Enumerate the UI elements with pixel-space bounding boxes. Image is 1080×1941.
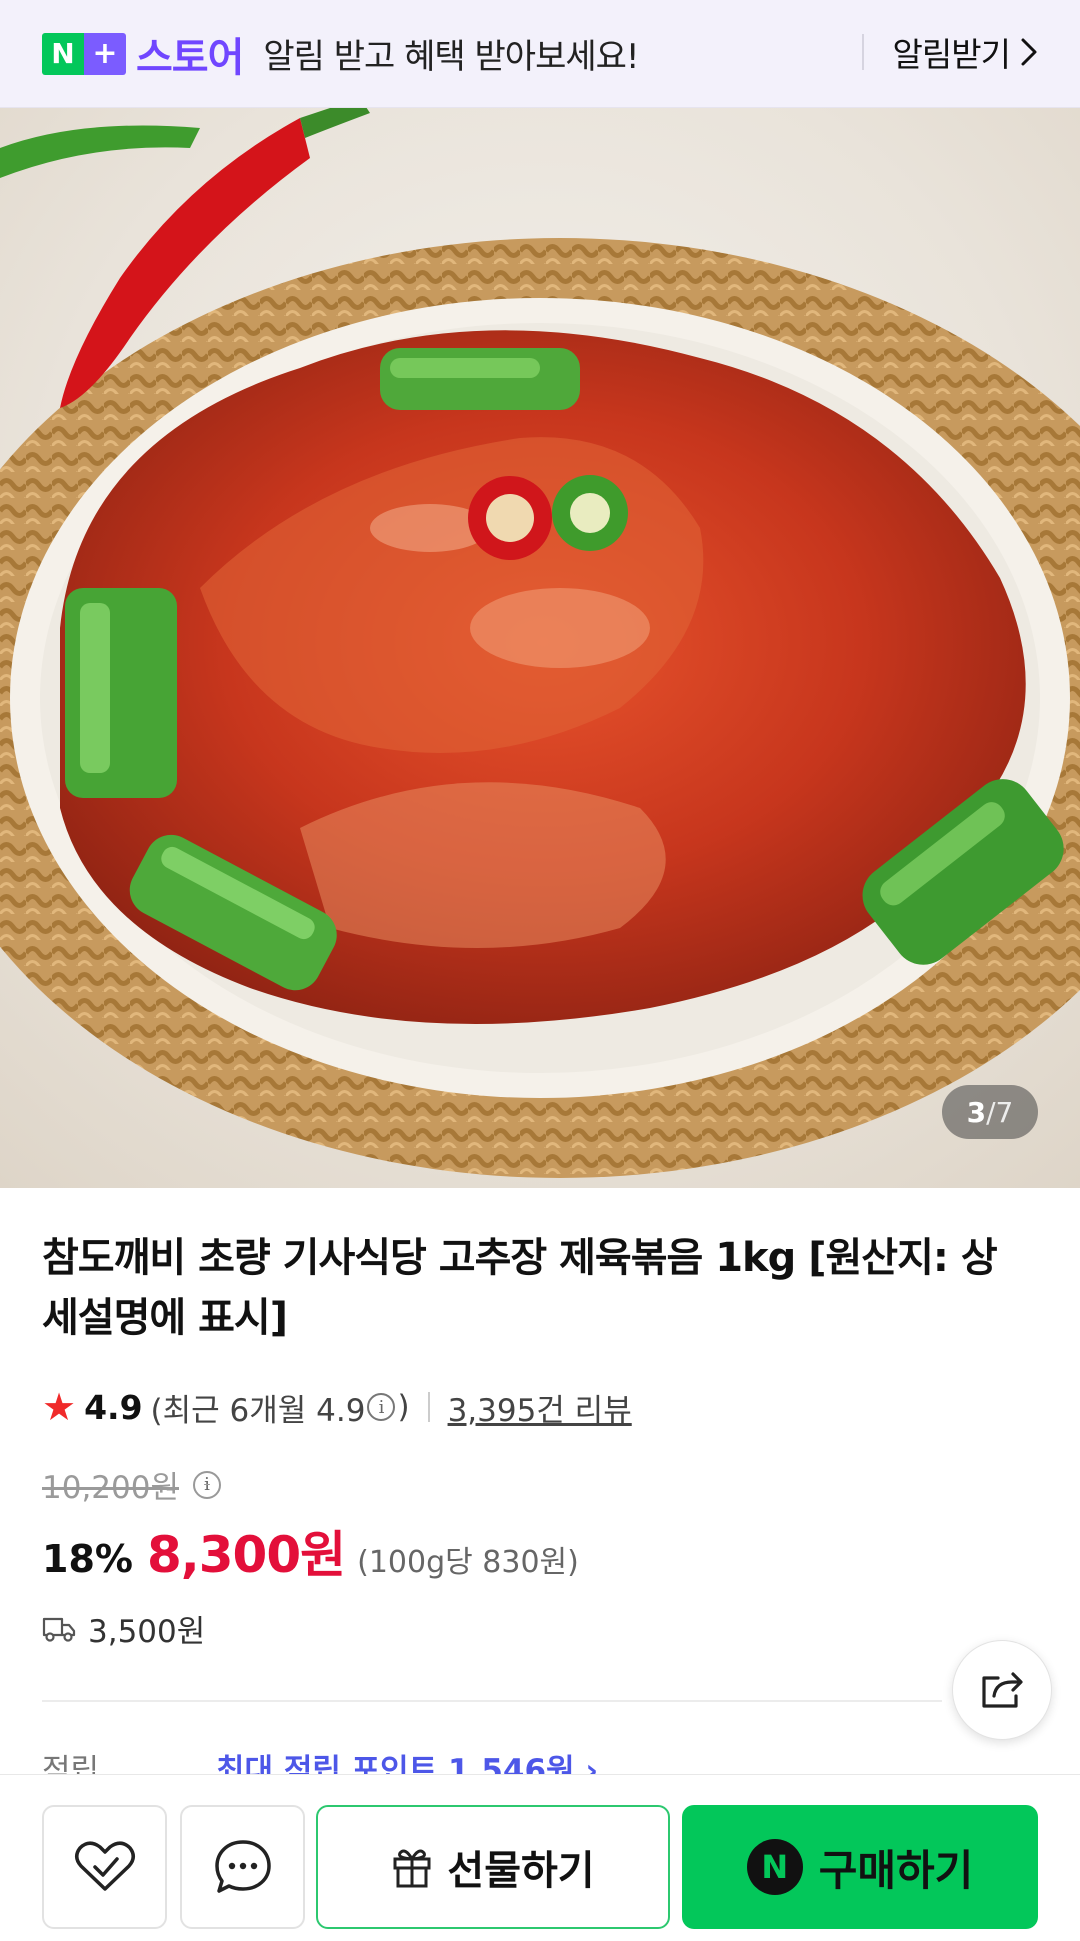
chevron-right-icon <box>1021 38 1037 66</box>
wishlist-button[interactable] <box>42 1805 167 1929</box>
points-label: 적립 <box>42 1753 100 1775</box>
gift-label: 선물하기 <box>447 1848 595 1894</box>
notification-banner: N + 스토어 알림 받고 혜택 받아보세요! 알림받기 <box>0 0 1080 108</box>
product-title: 참도깨비 초량 기사식당 고추장 제육볶음 1kg [원산지: 상세설명에 표시… <box>42 1235 998 1341</box>
points-value[interactable]: 최대 적립 포인트 1,546원 › <box>216 1745 598 1775</box>
truck-icon <box>42 1617 76 1642</box>
original-price-row: 10,200원 i <box>42 1462 223 1507</box>
sale-price: 8,300원 <box>146 1526 346 1584</box>
rating-score: 4.9 <box>84 1387 143 1427</box>
share-icon <box>982 1672 1023 1708</box>
section-divider <box>42 1700 942 1702</box>
points-row[interactable]: 적립 최대 적립 포인트 1,546원 › <box>42 1745 1042 1775</box>
image-counter-total: 7 <box>995 1095 1014 1129</box>
chat-bubble-icon <box>214 1840 271 1893</box>
buy-label: 구매하기 <box>818 1845 974 1895</box>
talk-button[interactable] <box>180 1805 305 1929</box>
heart-check-icon <box>74 1841 135 1891</box>
rating-divider <box>427 1392 430 1422</box>
shipping-row: 3,500원 <box>42 1606 205 1651</box>
logo-text: 스토어 <box>136 34 244 81</box>
image-counter-separator: / <box>986 1095 996 1129</box>
logo-plus-badge: + <box>84 32 126 75</box>
price-info-icon[interactable]: i <box>193 1470 221 1499</box>
naver-store-logo[interactable]: N + 스토어 <box>42 25 244 83</box>
image-counter: 3 / 7 <box>942 1085 1038 1139</box>
shipping-fee: 3,500원 <box>88 1614 206 1650</box>
subscribe-alert-label: 알림받기 <box>892 35 1011 74</box>
discount-rate: 18% <box>42 1537 133 1581</box>
product-photo <box>0 108 1080 1178</box>
buy-button[interactable]: N 구매하기 <box>682 1805 1038 1929</box>
banner-divider <box>862 34 864 70</box>
unit-price: (100g당 830원) <box>357 1545 579 1580</box>
rating-row: ★ 4.9 (최근 6개월 4.9 i ) 3,395건 리뷰 <box>42 1382 632 1432</box>
banner-message: 알림 받고 혜택 받아보세요! <box>263 37 639 77</box>
review-count-link[interactable]: 3,395건 리뷰 <box>448 1385 632 1430</box>
share-button[interactable] <box>952 1640 1052 1740</box>
recent-rating-close: ) <box>397 1389 410 1425</box>
image-counter-current: 3 <box>966 1095 987 1129</box>
bottom-action-bar: 선물하기 N 구매하기 <box>0 1774 1080 1941</box>
gift-button[interactable]: 선물하기 <box>316 1805 670 1929</box>
star-icon: ★ <box>42 1385 77 1429</box>
recent-rating-text: (최근 6개월 4.9 <box>150 1392 366 1429</box>
info-icon[interactable]: i <box>367 1393 396 1421</box>
subscribe-alert-button[interactable]: 알림받기 <box>893 28 1038 76</box>
price-row: 18% 8,300원 (100g당 830원) <box>42 1515 579 1587</box>
original-price: 10,200원 <box>42 1470 179 1506</box>
logo-n-badge: N <box>42 32 84 75</box>
naver-pay-icon: N <box>746 1839 803 1895</box>
product-image[interactable] <box>0 108 1080 1188</box>
gift-icon <box>393 1849 431 1888</box>
